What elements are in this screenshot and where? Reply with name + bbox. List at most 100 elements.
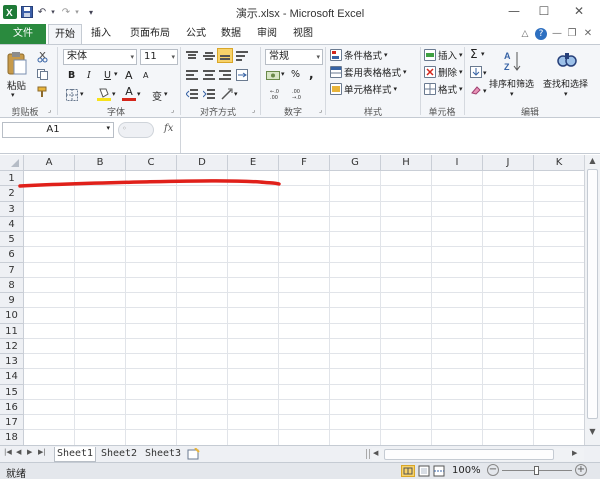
sort-filter-label[interactable]: 排序和筛选 — [489, 77, 534, 90]
formula-input[interactable] — [180, 118, 600, 153]
format-painter-icon[interactable] — [37, 86, 48, 97]
maximize-button[interactable]: ☐ — [530, 0, 558, 22]
currency-dropdown-icon[interactable]: ▾ — [281, 70, 285, 78]
font-size-dropdown-icon[interactable]: ▾ — [171, 50, 175, 64]
conditional-formatting-button[interactable]: 条件格式 ▾ — [330, 48, 388, 62]
align-center-icon[interactable] — [203, 70, 215, 80]
paste-dropdown-icon[interactable]: ▾ — [11, 91, 15, 99]
sheet-tab-sheet2[interactable]: Sheet2 — [98, 447, 140, 462]
scroll-left-icon[interactable]: ◀ — [373, 449, 378, 457]
zoom-in-button[interactable]: + — [575, 464, 587, 476]
orientation-icon[interactable] — [221, 88, 233, 100]
borders-icon[interactable] — [66, 89, 78, 101]
orientation-dropdown-icon[interactable]: ▾ — [234, 90, 238, 98]
row-header-4[interactable]: 4 — [0, 216, 24, 232]
autosum-button[interactable]: Σ — [470, 47, 478, 61]
row-header-18[interactable]: 18 — [0, 430, 24, 445]
decrease-indent-icon[interactable] — [185, 89, 198, 99]
horizontal-scroll-thumb[interactable] — [384, 449, 554, 460]
row-header-17[interactable]: 17 — [0, 415, 24, 431]
font-size-combobox[interactable]: 11 ▾ — [140, 49, 178, 65]
delete-cells-button[interactable]: 删除 ▾ — [424, 65, 463, 79]
underline-dropdown-icon[interactable]: ▾ — [114, 70, 118, 78]
scroll-down-icon[interactable]: ▼ — [586, 427, 599, 439]
workbook-close-button[interactable]: ✕ — [582, 24, 594, 44]
fill-color-dropdown-icon[interactable]: ▾ — [112, 90, 116, 98]
paste-icon[interactable] — [6, 51, 28, 77]
sheet-tab-sheet1[interactable]: Sheet1 — [54, 447, 96, 462]
tab-page-layout[interactable]: 页面布局 — [122, 24, 178, 44]
row-header-6[interactable]: 6 — [0, 247, 24, 263]
wrap-text-icon[interactable] — [236, 50, 248, 62]
row-header-8[interactable]: 8 — [0, 277, 24, 293]
row-header-7[interactable]: 7 — [0, 262, 24, 278]
expand-handle-icon[interactable]: ◦ — [122, 124, 127, 133]
copy-icon[interactable] — [37, 69, 48, 80]
font-name-dropdown-icon[interactable]: ▾ — [130, 50, 134, 64]
decrease-decimal-icon[interactable]: .00 →.0 — [292, 88, 308, 101]
currency-icon[interactable] — [266, 69, 280, 81]
percent-button[interactable]: % — [291, 69, 300, 80]
cell-styles-button[interactable]: 单元格样式 ▾ — [330, 82, 397, 96]
zoom-level[interactable]: 100% — [452, 465, 481, 476]
autosum-dropdown-icon[interactable]: ▾ — [481, 50, 485, 58]
increase-decimal-icon[interactable]: ←.0.00 — [270, 88, 286, 101]
middle-align-icon[interactable] — [203, 51, 215, 61]
italic-button[interactable]: I — [87, 70, 91, 81]
tab-data[interactable]: 数据 — [214, 24, 248, 44]
workbook-restore-button[interactable]: ❐ — [566, 24, 578, 44]
insert-function-button[interactable]: fx — [164, 123, 173, 134]
name-box-dropdown-icon[interactable]: ▾ — [106, 124, 110, 132]
row-header-11[interactable]: 11 — [0, 323, 24, 339]
row-header-13[interactable]: 13 — [0, 354, 24, 370]
font-color-dropdown-icon[interactable]: ▾ — [137, 90, 141, 98]
fill-color-icon[interactable] — [97, 87, 111, 101]
tab-review[interactable]: 审阅 — [250, 24, 284, 44]
help-icon[interactable]: ? — [535, 28, 547, 40]
align-right-icon[interactable] — [219, 70, 231, 80]
name-box[interactable]: A1 ▾ — [2, 122, 114, 138]
format-cells-button[interactable]: 格式 ▾ — [424, 82, 463, 96]
number-format-combobox[interactable]: 常规 ▾ — [265, 49, 323, 65]
next-sheet-icon[interactable]: ▶ — [27, 448, 32, 456]
tab-file[interactable]: 文件 — [0, 24, 46, 44]
find-select-icon[interactable] — [556, 49, 578, 73]
format-as-table-button[interactable]: 套用表格格式 ▾ — [330, 65, 407, 79]
row-header-12[interactable]: 12 — [0, 338, 24, 354]
cut-icon[interactable] — [37, 51, 48, 63]
row-header-16[interactable]: 16 — [0, 399, 24, 415]
clipboard-launcher-icon[interactable]: ⌟ — [48, 106, 51, 114]
tab-home[interactable]: 开始 — [48, 24, 82, 44]
number-format-dropdown-icon[interactable]: ▾ — [316, 50, 320, 64]
fill-dropdown-icon[interactable]: ▾ — [483, 69, 487, 77]
font-name-combobox[interactable]: 宋体 ▾ — [63, 49, 137, 65]
clear-dropdown-icon[interactable]: ▾ — [483, 87, 487, 95]
page-break-view-icon[interactable] — [433, 465, 445, 477]
tab-formulas[interactable]: 公式 — [180, 24, 212, 44]
clear-icon[interactable] — [470, 84, 482, 96]
row-header-15[interactable]: 15 — [0, 384, 24, 400]
font-color-icon[interactable]: A — [122, 86, 136, 101]
find-select-dropdown-icon[interactable]: ▾ — [564, 90, 568, 98]
sort-filter-icon[interactable]: AZ — [503, 49, 525, 73]
minimize-ribbon-icon[interactable]: △ — [518, 24, 532, 44]
borders-dropdown-icon[interactable]: ▾ — [80, 90, 84, 98]
alignment-launcher-icon[interactable]: ⌟ — [252, 106, 255, 114]
normal-view-icon[interactable] — [401, 465, 415, 477]
align-left-icon[interactable] — [186, 70, 198, 80]
workbook-minimize-button[interactable]: — — [551, 24, 563, 44]
bottom-align-icon[interactable] — [217, 48, 233, 63]
fill-icon[interactable] — [470, 66, 482, 78]
shrink-font-button[interactable]: A — [143, 71, 148, 80]
top-align-icon[interactable] — [186, 51, 198, 61]
close-button[interactable]: ✕ — [565, 0, 593, 22]
number-launcher-icon[interactable]: ⌟ — [319, 106, 322, 114]
first-sheet-icon[interactable]: |◀ — [4, 448, 12, 456]
phonetic-button[interactable]: 变 — [152, 88, 162, 103]
row-header-14[interactable]: 14 — [0, 369, 24, 385]
font-launcher-icon[interactable]: ⌟ — [171, 106, 174, 114]
zoom-out-button[interactable]: − — [487, 464, 499, 476]
tab-split-handle[interactable] — [366, 449, 370, 459]
row-header-10[interactable]: 10 — [0, 308, 24, 324]
paste-button-label[interactable]: 粘贴 — [7, 78, 26, 92]
